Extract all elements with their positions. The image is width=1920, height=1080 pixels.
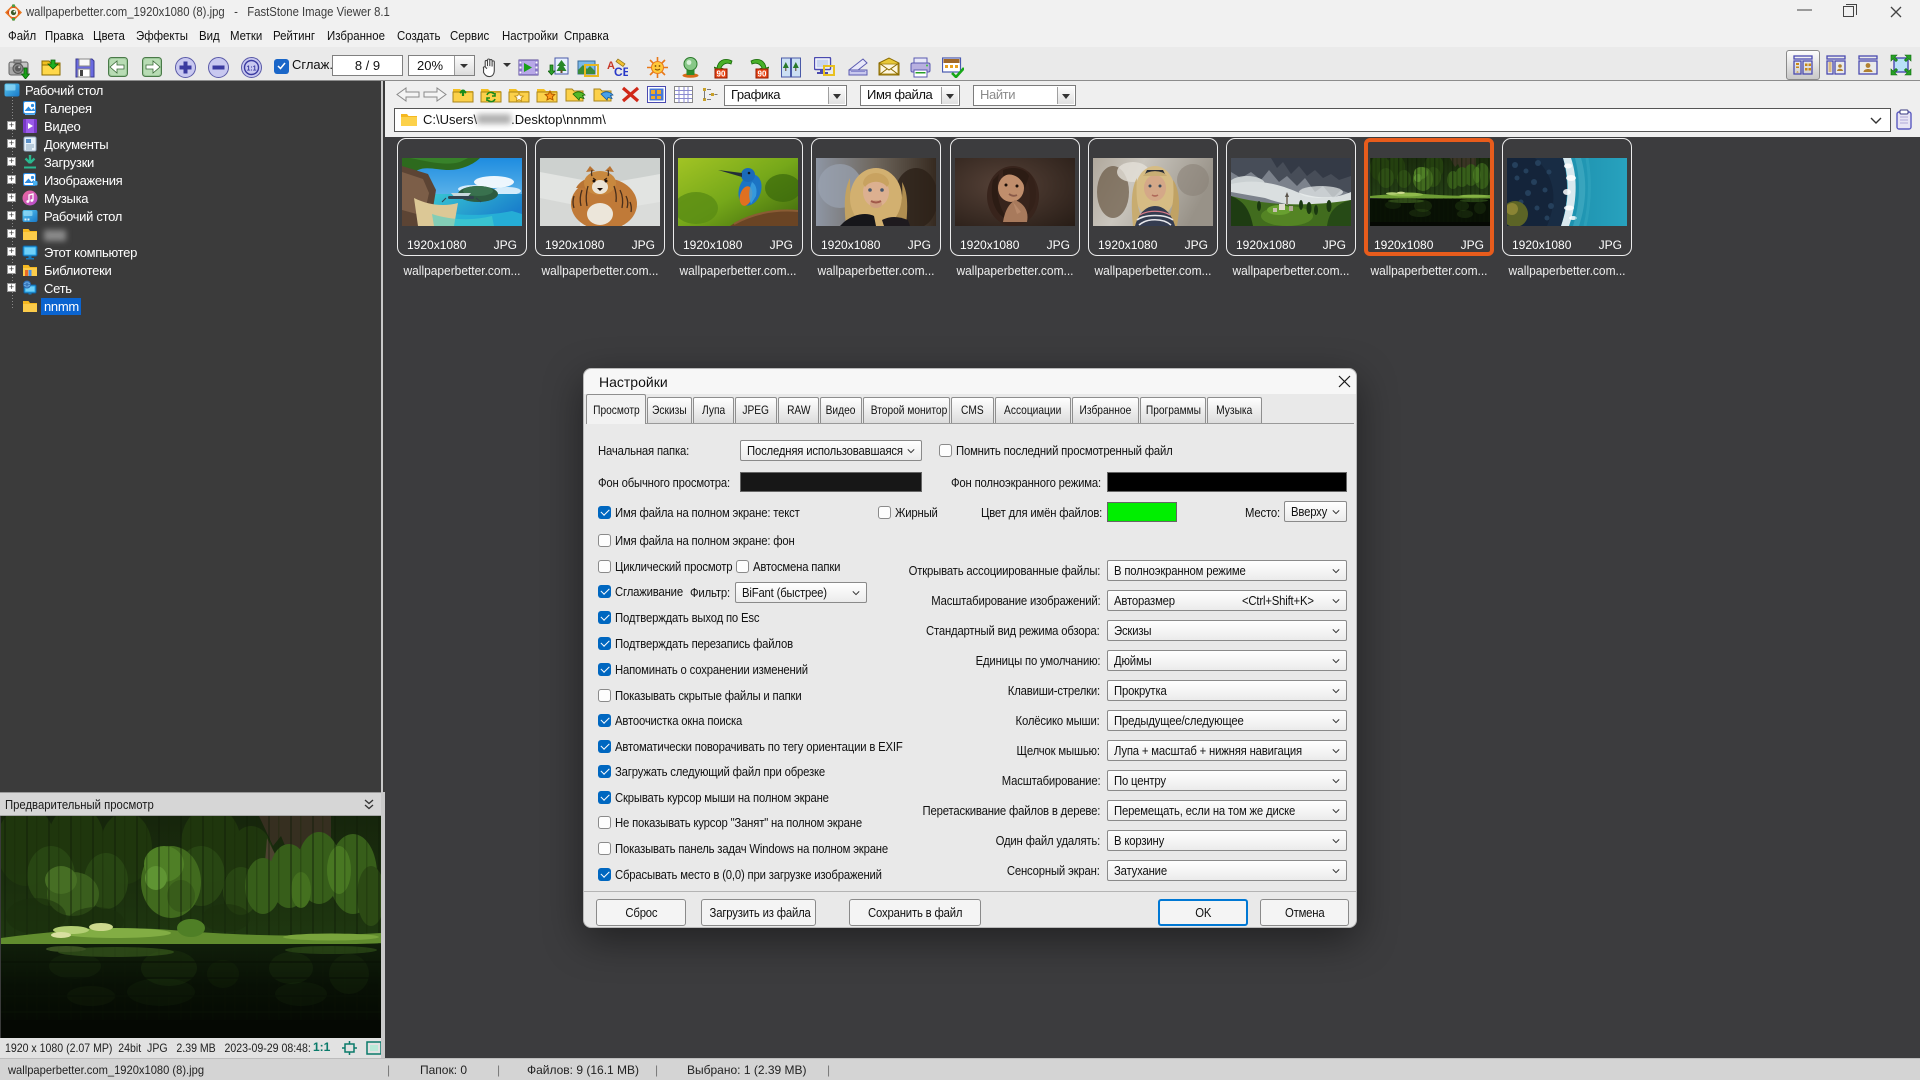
svg-text:90: 90 [717, 70, 726, 79]
svg-text:CB: CB [614, 65, 628, 79]
svg-text:1:1: 1:1 [246, 66, 256, 73]
svg-text:90: 90 [758, 70, 767, 79]
